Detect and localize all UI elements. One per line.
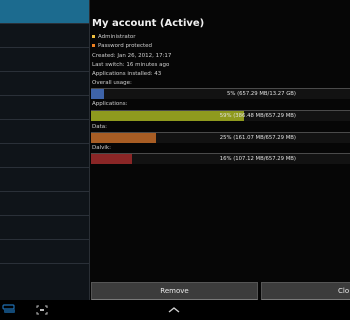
role-label: Password protected <box>98 43 153 49</box>
account-details-pane: My account (Active) Administrator Passwo… <box>90 0 350 300</box>
recent-apps-icon[interactable] <box>2 304 16 314</box>
role-administrator: Administrator <box>92 34 136 40</box>
account-list-item[interactable] <box>0 168 89 192</box>
usage-text-overall: 5% (657.29 MB/13.27 GB) <box>226 91 296 97</box>
remove-button[interactable]: Remove <box>91 282 258 300</box>
usage-bar-overall: 5% (657.29 MB/13.27 GB) <box>91 88 350 99</box>
role-label: Administrator <box>98 34 136 40</box>
account-title: My account (Active) <box>92 18 205 29</box>
account-list <box>0 0 90 300</box>
account-list-item[interactable] <box>0 144 89 168</box>
account-list-item[interactable] <box>0 240 89 264</box>
account-list-item[interactable] <box>0 216 89 240</box>
usage-text-dalvik: 16% (107.12 MB/657.29 MB) <box>219 156 296 162</box>
usage-label-overall: Overall usage: <box>92 80 132 86</box>
action-button-bar: Remove Clo <box>90 282 350 300</box>
account-list-item[interactable] <box>0 72 89 96</box>
usage-label-data: Data: <box>92 124 107 130</box>
usage-bar-data: 25% (161.07 MB/657.29 MB) <box>91 132 350 143</box>
usage-bar-dalvik: 16% (107.12 MB/657.29 MB) <box>91 153 350 164</box>
account-list-item[interactable] <box>0 120 89 144</box>
usage-text-applications: 59% (386.48 MB/657.29 MB) <box>219 113 296 119</box>
usage-label-applications: Applications: <box>92 101 128 107</box>
role-bullet-icon <box>92 44 95 47</box>
clone-button[interactable]: Clo <box>261 282 350 300</box>
system-nav-bar <box>0 300 350 320</box>
apps-installed: Applications installed: 43 <box>92 71 162 77</box>
role-password-protected: Password protected <box>92 43 152 49</box>
role-bullet-icon <box>92 35 95 38</box>
account-list-item-selected[interactable] <box>0 0 89 24</box>
account-list-item[interactable] <box>0 48 89 72</box>
last-switch: Last switch: 16 minutes ago <box>92 62 170 68</box>
usage-bar-applications: 59% (386.48 MB/657.29 MB) <box>91 110 350 121</box>
account-list-item[interactable] <box>0 192 89 216</box>
account-list-item[interactable] <box>0 24 89 48</box>
screenshot-icon[interactable] <box>36 305 48 315</box>
account-list-item[interactable] <box>0 96 89 120</box>
usage-label-dalvik: Dalvik: <box>92 145 111 151</box>
home-chevron-icon[interactable] <box>167 306 181 314</box>
usage-text-data: 25% (161.07 MB/657.29 MB) <box>219 135 296 141</box>
created-date: Created: Jan 26, 2012, 17:17 <box>92 53 172 59</box>
